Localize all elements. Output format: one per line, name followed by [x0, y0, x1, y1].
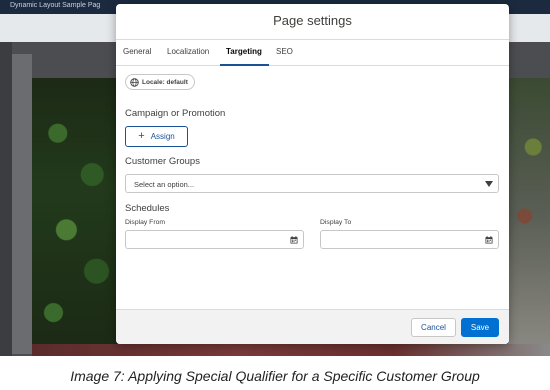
- display-to-label: Display To: [320, 219, 352, 226]
- plus-icon: +: [138, 130, 145, 142]
- page-settings-modal: Page settings General Localization Targe…: [116, 4, 509, 344]
- background-image-right: [508, 78, 550, 354]
- app-window-title: Dynamic Layout Sample Pag: [10, 2, 101, 9]
- display-from-input[interactable]: [125, 230, 304, 249]
- figure-caption: Image 7: Applying Special Qualifier for …: [70, 368, 480, 384]
- locale-label: Locale: default: [142, 78, 188, 86]
- tab-localization[interactable]: Localization: [167, 47, 209, 56]
- locale-badge[interactable]: Locale: default: [125, 74, 195, 90]
- modal-header: Page settings: [116, 4, 509, 40]
- tab-targeting[interactable]: Targeting: [226, 47, 262, 56]
- background-image-bottom: [32, 344, 550, 356]
- customer-groups-select[interactable]: Select an option...: [125, 174, 499, 193]
- tab-seo[interactable]: SEO: [276, 47, 293, 56]
- tab-general[interactable]: General: [123, 47, 151, 56]
- campaign-heading: Campaign or Promotion: [125, 108, 226, 119]
- schedules-heading: Schedules: [125, 203, 170, 214]
- assign-button[interactable]: + Assign: [125, 126, 188, 147]
- display-to-input[interactable]: [320, 230, 499, 249]
- active-tab-indicator: [220, 64, 269, 66]
- modal-title: Page settings: [273, 13, 352, 28]
- app-left-panel: [12, 54, 32, 354]
- app-left-strip: [0, 42, 12, 356]
- modal-footer: Cancel Save: [116, 309, 509, 344]
- globe-icon: [130, 77, 139, 87]
- customer-groups-heading: Customer Groups: [125, 156, 200, 167]
- calendar-icon[interactable]: [485, 236, 493, 244]
- calendar-icon[interactable]: [290, 236, 298, 244]
- background-image: [32, 78, 118, 354]
- save-button[interactable]: Save: [461, 318, 499, 337]
- chevron-down-icon: [485, 181, 493, 187]
- display-from-label: Display From: [125, 219, 166, 226]
- customer-groups-select-value: Select an option...: [134, 180, 195, 189]
- assign-label: Assign: [150, 132, 175, 141]
- tab-bar: General Localization Targeting SEO: [116, 40, 509, 66]
- cancel-button[interactable]: Cancel: [411, 318, 456, 337]
